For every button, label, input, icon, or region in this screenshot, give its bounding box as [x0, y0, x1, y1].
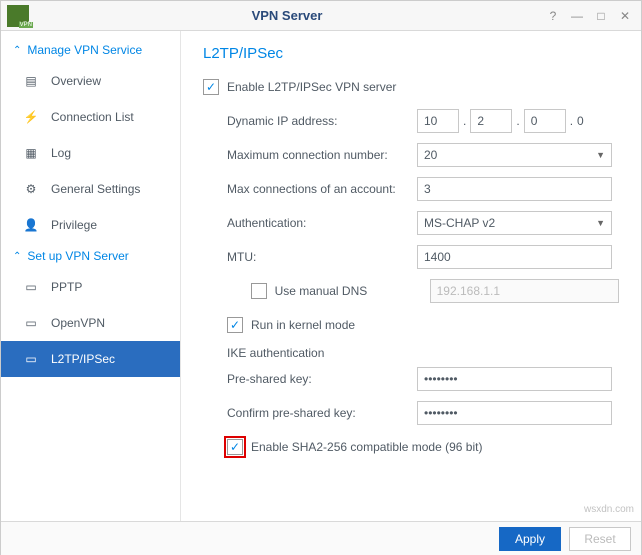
select-value: 20: [424, 148, 437, 162]
enable-label: Enable L2TP/IPSec VPN server: [227, 80, 396, 94]
psk-input[interactable]: [417, 367, 612, 391]
chevron-up-icon: ⌃: [13, 45, 21, 56]
content-pane: L2TP/IPSec Enable L2TP/IPSec VPN server …: [181, 31, 641, 521]
sidebar-item-label: General Settings: [51, 182, 140, 196]
sidebar-item-openvpn[interactable]: ▭ OpenVPN: [1, 305, 180, 341]
pptp-icon: ▭: [21, 279, 41, 295]
gear-icon: ⚙: [21, 181, 41, 197]
sidebar-item-log[interactable]: ▦ Log: [1, 135, 180, 171]
openvpn-icon: ▭: [21, 315, 41, 331]
sha-compat-checkbox[interactable]: [227, 439, 243, 455]
sidebar-item-connection-list[interactable]: ⚡ Connection List: [1, 99, 180, 135]
sidebar-section-label: Set up VPN Server: [27, 249, 128, 263]
mtu-input[interactable]: [417, 245, 612, 269]
auth-select[interactable]: MS-CHAP v2 ▼: [417, 211, 612, 235]
ip-octet-1[interactable]: [417, 109, 459, 133]
plug-icon: ⚡: [21, 109, 41, 125]
dot: .: [463, 114, 466, 128]
select-value: MS-CHAP v2: [424, 216, 495, 230]
sidebar-item-general-settings[interactable]: ⚙ General Settings: [1, 171, 180, 207]
help-icon[interactable]: ?: [545, 9, 561, 23]
max-account-input[interactable]: [417, 177, 612, 201]
user-icon: 👤: [21, 217, 41, 233]
enable-checkbox[interactable]: [203, 79, 219, 95]
sidebar-item-label: Log: [51, 146, 71, 160]
sidebar-item-label: Overview: [51, 74, 101, 88]
window-title: VPN Server: [29, 8, 545, 23]
sidebar-section-label: Manage VPN Service: [27, 43, 142, 57]
sidebar-item-label: L2TP/IPSec: [51, 352, 115, 366]
l2tp-icon: ▭: [21, 351, 41, 367]
sidebar-item-label: Privilege: [51, 218, 97, 232]
sidebar-item-privilege[interactable]: 👤 Privilege: [1, 207, 180, 243]
watermark: wsxdn.com: [584, 504, 634, 515]
manual-dns-input: [430, 279, 619, 303]
psk-confirm-input[interactable]: [417, 401, 612, 425]
close-icon[interactable]: ✕: [617, 9, 633, 23]
manual-dns-checkbox[interactable]: [251, 283, 267, 299]
ip-octet-3[interactable]: [524, 109, 566, 133]
sha-compat-label: Enable SHA2-256 compatible mode (96 bit): [251, 440, 482, 454]
maximize-icon[interactable]: □: [593, 9, 609, 23]
overview-icon: ▤: [21, 73, 41, 89]
sidebar-section-manage[interactable]: ⌃ Manage VPN Service: [1, 37, 180, 63]
sidebar-item-label: PPTP: [51, 280, 82, 294]
chevron-up-icon: ⌃: [13, 251, 21, 262]
ike-header: IKE authentication: [227, 346, 619, 360]
dot: .: [516, 114, 519, 128]
kernel-mode-checkbox[interactable]: [227, 317, 243, 333]
auth-label: Authentication:: [227, 216, 417, 230]
max-conn-select[interactable]: 20 ▼: [417, 143, 612, 167]
page-title: L2TP/IPSec: [203, 45, 619, 62]
kernel-mode-label: Run in kernel mode: [251, 318, 355, 332]
sidebar: ⌃ Manage VPN Service ▤ Overview ⚡ Connec…: [1, 31, 181, 521]
titlebar: VPN Server ? — □ ✕: [1, 1, 641, 31]
footer: Apply Reset: [1, 521, 641, 555]
dot: .: [570, 114, 573, 128]
manual-dns-label: Use manual DNS: [275, 284, 430, 298]
mtu-label: MTU:: [227, 250, 417, 264]
ip-octet-4: 0: [577, 114, 584, 128]
chevron-down-icon: ▼: [596, 150, 605, 160]
apply-button[interactable]: Apply: [499, 527, 561, 551]
sidebar-item-overview[interactable]: ▤ Overview: [1, 63, 180, 99]
chevron-down-icon: ▼: [596, 218, 605, 228]
psk-label: Pre-shared key:: [227, 372, 417, 386]
sidebar-item-label: OpenVPN: [51, 316, 105, 330]
sidebar-item-l2tp-ipsec[interactable]: ▭ L2TP/IPSec: [1, 341, 180, 377]
max-conn-label: Maximum connection number:: [227, 148, 417, 162]
log-icon: ▦: [21, 145, 41, 161]
minimize-icon[interactable]: —: [569, 9, 585, 23]
app-icon: [7, 5, 29, 27]
sidebar-item-pptp[interactable]: ▭ PPTP: [1, 269, 180, 305]
dynamic-ip-label: Dynamic IP address:: [227, 114, 417, 128]
max-account-label: Max connections of an account:: [227, 182, 417, 196]
reset-button: Reset: [569, 527, 631, 551]
ip-octet-2[interactable]: [470, 109, 512, 133]
sidebar-section-setup[interactable]: ⌃ Set up VPN Server: [1, 243, 180, 269]
psk-confirm-label: Confirm pre-shared key:: [227, 406, 417, 420]
sidebar-item-label: Connection List: [51, 110, 134, 124]
